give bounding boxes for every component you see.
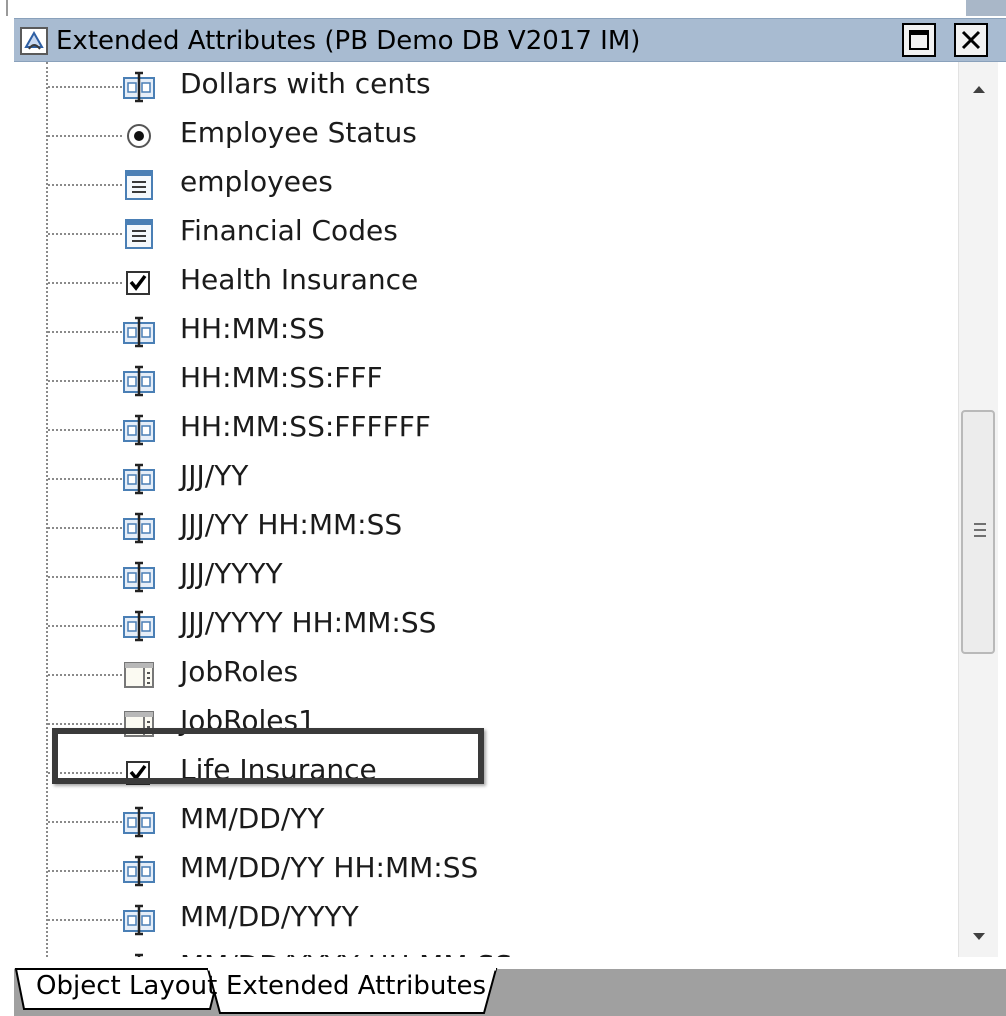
tree-item-label: JobRoles1 <box>180 704 316 737</box>
tree-item[interactable]: HH:MM:SS:FFF <box>14 356 958 405</box>
scroll-up-arrow-icon[interactable] <box>959 70 999 108</box>
tree-connector <box>48 576 122 578</box>
pane-titlebar[interactable]: Extended Attributes (PB Demo DB V2017 IM… <box>14 18 1006 62</box>
edit-mask-icon <box>123 610 155 642</box>
tree-item-label: Health Insurance <box>180 263 419 296</box>
tree-item[interactable]: JJJ/YY <box>14 454 958 503</box>
tree-item-label: JobRoles <box>180 655 299 688</box>
tree-item[interactable]: JobRoles1 <box>14 699 958 748</box>
tree-item[interactable]: MM/DD/YYYY <box>14 895 958 944</box>
tree-item-label: MM/DD/YY HH:MM:SS <box>180 851 479 884</box>
tree-item-label: JJJ/YYYY <box>180 557 283 590</box>
edit-mask-icon <box>123 806 155 838</box>
tree-connector <box>48 429 122 431</box>
tree-item-label: Dollars with cents <box>180 67 431 100</box>
tree-connector <box>48 919 122 921</box>
tree-item[interactable]: JobRoles <box>14 650 958 699</box>
checkbox-icon <box>126 761 150 785</box>
tree-item-label: JJJ/YYYY HH:MM:SS <box>180 606 437 639</box>
tree-connector <box>48 233 122 235</box>
close-button[interactable] <box>954 23 988 57</box>
tree-item-label: Financial Codes <box>180 214 398 247</box>
tree-connector <box>48 184 122 186</box>
tree-item[interactable]: JJJ/YY HH:MM:SS <box>14 503 958 552</box>
tree-connector <box>48 625 122 627</box>
tree-item[interactable]: Financial Codes <box>14 209 958 258</box>
grip-icon <box>974 523 986 537</box>
top-strip <box>0 0 1006 16</box>
extended-attributes-pane: Extended Attributes (PB Demo DB V2017 IM… <box>14 18 1006 1016</box>
scroll-thumb[interactable] <box>961 410 995 654</box>
checkbox-icon <box>126 271 150 295</box>
scroll-down-arrow-icon[interactable] <box>959 918 999 956</box>
vertical-scrollbar[interactable] <box>958 62 998 957</box>
tree-item[interactable]: MM/DD/YYYY HH:MM:SS <box>14 944 958 957</box>
tree-item[interactable]: employees <box>14 160 958 209</box>
tree-item[interactable]: HH:MM:SS:FFFFFF <box>14 405 958 454</box>
tree-connector <box>48 772 122 774</box>
tab-object-layout[interactable]: Object Layout <box>36 971 217 1001</box>
tree-connector <box>48 380 122 382</box>
edit-mask-icon <box>123 365 155 397</box>
tree-item-label: HH:MM:SS:FFFFFF <box>180 410 431 443</box>
edit-mask-icon <box>123 855 155 887</box>
edit-mask-icon <box>123 71 155 103</box>
tree-connector <box>48 821 122 823</box>
tree-item-label: JJJ/YY <box>180 459 249 492</box>
tree-connector <box>48 723 122 725</box>
edit-mask-icon <box>123 414 155 446</box>
list-icon <box>125 170 153 200</box>
maximize-icon <box>909 30 929 50</box>
tree-item-label: employees <box>180 165 333 198</box>
tree-connector <box>48 527 122 529</box>
tree-connector <box>48 870 122 872</box>
tab-bar: Object Layout Extended Attributes <box>14 957 1006 1016</box>
tree-item[interactable]: Life Insurance <box>14 748 958 797</box>
tree-item-label: JJJ/YY HH:MM:SS <box>180 508 403 541</box>
tree-item[interactable]: JJJ/YYYY <box>14 552 958 601</box>
tree-item[interactable]: JJJ/YYYY HH:MM:SS <box>14 601 958 650</box>
edit-mask-icon <box>123 904 155 936</box>
parent-frame-edge <box>6 0 8 16</box>
tree-item-label: HH:MM:SS:FFF <box>180 361 383 394</box>
parent-frame-corner <box>966 0 1006 16</box>
tree-item[interactable]: Health Insurance <box>14 258 958 307</box>
tree-item-label: Employee Status <box>180 116 417 149</box>
edit-mask-icon <box>123 512 155 544</box>
tree-item[interactable]: HH:MM:SS <box>14 307 958 356</box>
extended-attributes-tree[interactable]: Dollars with cents Employee Status employe… <box>14 62 958 957</box>
edit-mask-icon <box>123 316 155 348</box>
dropdown-datawindow-icon <box>124 662 154 688</box>
extended-attributes-icon <box>20 27 48 55</box>
tree-item[interactable]: MM/DD/YY HH:MM:SS <box>14 846 958 895</box>
tree-connector <box>48 331 122 333</box>
dropdown-datawindow-icon <box>124 711 154 737</box>
list-icon <box>125 219 153 249</box>
tree-item-label: Life Insurance <box>180 753 377 786</box>
tab-extended-attributes[interactable]: Extended Attributes <box>226 971 486 1001</box>
tree-item-label: MM/DD/YY <box>180 802 325 835</box>
close-icon <box>961 30 981 50</box>
radio-button-icon <box>127 124 151 148</box>
tree-item[interactable]: Employee Status <box>14 111 958 160</box>
tree-connector <box>48 135 122 137</box>
tree-connector <box>48 86 122 88</box>
tree-connector <box>48 674 122 676</box>
tree-item-label: MM/DD/YYYY <box>180 900 359 933</box>
edit-mask-icon <box>123 463 155 495</box>
maximize-button[interactable] <box>902 23 936 57</box>
tree-connector <box>48 478 122 480</box>
pane-title: Extended Attributes (PB Demo DB V2017 IM… <box>56 26 641 56</box>
tree-item-label: MM/DD/YYYY HH:MM:SS <box>180 949 512 957</box>
tree-item[interactable]: MM/DD/YY <box>14 797 958 846</box>
tree-connector <box>48 282 122 284</box>
tree-item[interactable]: Dollars with cents <box>14 62 958 111</box>
tree-item-label: HH:MM:SS <box>180 312 325 345</box>
edit-mask-icon <box>123 561 155 593</box>
